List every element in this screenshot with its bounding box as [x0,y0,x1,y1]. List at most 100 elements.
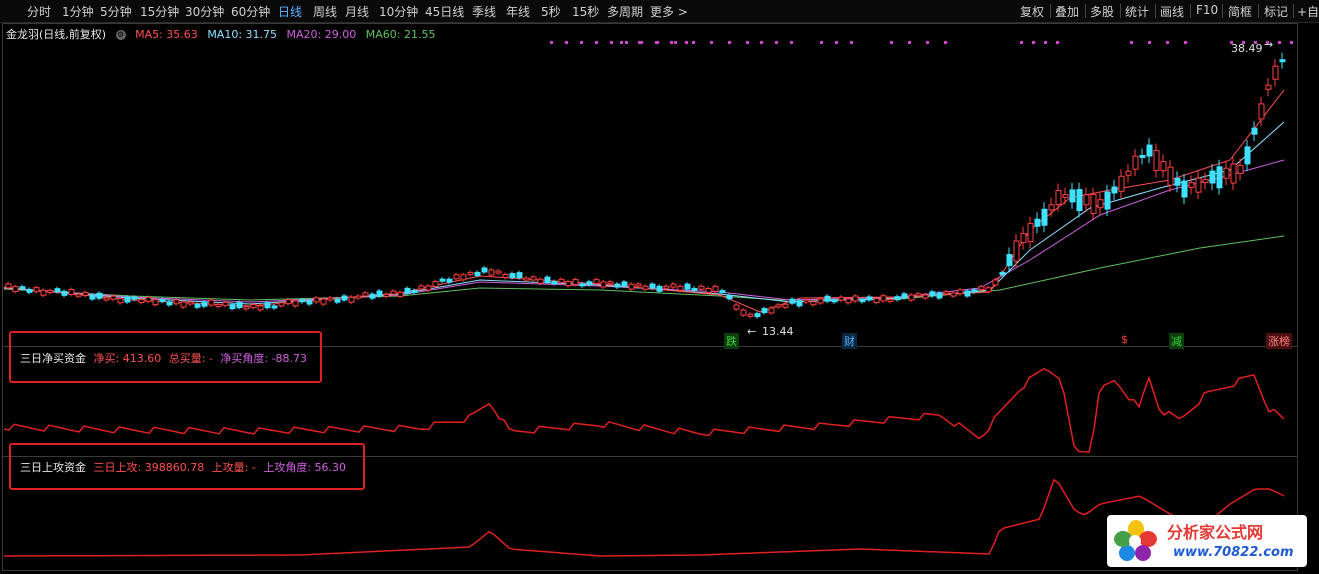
candle-body [229,304,236,310]
candle-body [327,297,334,301]
signal-dot [595,41,598,44]
candle-body [1223,167,1230,179]
site-watermark: 分析家公式网 www.70822.com [1107,515,1307,567]
candle-body [831,299,838,303]
candle-body [929,291,936,297]
signal-dot [820,41,823,44]
candle-body [481,267,488,273]
indicator1-name[interactable]: 三日净买资金 [20,352,86,365]
candle-body [33,287,40,293]
signal-dot [775,41,778,44]
candle-body [187,301,194,305]
candle-body [824,295,831,302]
candle-body [887,298,894,302]
candle-body [1258,103,1265,120]
watermark-title: 分析家公式网 [1167,523,1264,542]
candle-body [642,285,649,290]
ma20-line [3,159,1285,303]
indicator2-name[interactable]: 三日上攻资金 [20,461,86,474]
candle-body [880,295,887,302]
candle-body [1230,163,1237,184]
candle-body [712,285,719,292]
ma60-value: MA60: 21.55 [365,28,436,41]
candle-body [1265,84,1272,90]
signal-dot [926,41,929,44]
candle-body [1251,127,1258,135]
candle-body [425,285,432,291]
candle-body [670,283,677,288]
candle-body [544,276,551,283]
candle-body [131,296,138,300]
signal-dot [565,41,568,44]
gear-icon[interactable]: ⚙ [115,30,126,40]
candle-body [12,286,19,293]
candle-body [810,301,817,306]
signal-dot [550,41,553,44]
candle-body [1132,155,1139,170]
candle-body [537,278,544,284]
candle-body [628,283,635,290]
indicator2-attack: 三日上攻: 398860.78 [93,461,205,474]
signal-dot [850,41,853,44]
candle-body [264,302,271,309]
candle-body [705,288,712,293]
candle-body [971,289,978,293]
candle-body [355,295,362,299]
candle-body [768,307,775,314]
candle-body [1097,199,1104,209]
signal-dot [625,41,628,44]
candle-body [502,274,509,278]
signal-dot [580,41,583,44]
indicator1-angle: 净买角度: -88.73 [220,352,308,365]
candle-body [390,290,397,295]
candle-body [1069,189,1076,203]
candle-body [908,294,915,301]
candle-body [411,289,418,293]
event-marker-reduce[interactable]: 减 [1169,333,1184,349]
candle-body [341,295,348,301]
signal-dot [692,41,695,44]
signal-dot [760,41,763,44]
candle-body [565,281,572,287]
candle-body [1139,155,1146,159]
high-price-label: 38.49 [1231,42,1263,55]
candle-body [1167,166,1174,186]
candle-body [873,298,880,304]
candle-body [404,287,411,294]
stock-title: 金龙羽(日线,前复权) [6,28,107,41]
candle-body [495,270,502,274]
candle-body [523,277,530,281]
candle-body [124,296,131,303]
candle-body [362,292,369,297]
candle-body [614,283,621,288]
candle-body [145,296,152,302]
candle-body [852,295,859,302]
candle-body [894,296,901,301]
candle-body [663,285,670,289]
candle-body [117,298,124,304]
event-marker-gain-list[interactable]: 涨榜 [1266,333,1292,349]
candle-body [222,301,229,306]
candle-body [103,297,110,301]
candle-body [271,305,278,309]
candle-body [61,290,68,296]
candle-body [1111,186,1118,194]
event-marker-dollar[interactable]: $ [1121,333,1128,346]
candle-body [453,274,460,280]
indicator2-attack-volume: 上攻量: - [211,461,256,474]
candle-body [859,299,866,303]
candle-body [684,283,691,290]
candle-body [285,299,292,305]
candle-body [68,289,75,296]
signal-dot [610,41,613,44]
arrow-icon: → [1264,38,1274,51]
candle-body [236,302,243,309]
candle-body [166,301,173,306]
candle-body [75,293,82,297]
candle-body [1006,254,1013,267]
signal-dot [1148,41,1151,44]
event-marker-finance[interactable]: 财 [842,333,857,349]
candle-body [901,293,908,299]
event-marker-fall[interactable]: 跌 [724,333,739,349]
signal-dot [670,41,673,44]
